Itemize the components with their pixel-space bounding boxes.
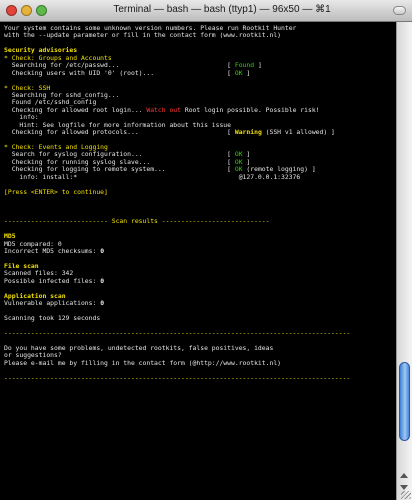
terminal-text: Vulnerable applications:	[4, 299, 101, 308]
terminal-line: Incorrect MD5 checksums: 0	[4, 247, 396, 256]
terminal-text: Checking users with UID '0' (root)... [	[4, 68, 235, 77]
terminal-line: Please e-mail me by filling in the conta…	[4, 358, 396, 367]
terminal-line: [Press <ENTER> to continue]	[4, 187, 396, 196]
terminal-text: Root login possible. Possible risk!	[181, 105, 320, 114]
terminal-text: Warning	[234, 128, 262, 137]
terminal-text: (SSH v1 allowed) ]	[261, 128, 335, 137]
terminal-line: Scanning took 129 seconds	[4, 314, 396, 323]
terminal-text: --------------------------- Scan results…	[4, 217, 270, 226]
terminal-line: Checking for allowed root login... Watch…	[4, 105, 396, 114]
zoom-button-icon[interactable]	[36, 5, 47, 16]
toolbar-toggle-icon[interactable]	[393, 6, 406, 15]
terminal-line: Vulnerable applications: 0	[4, 299, 396, 308]
terminal-line: Do you have some problems, undetected ro…	[4, 344, 396, 352]
terminal-text: Please e-mail me by filling in the conta…	[4, 358, 282, 367]
terminal-line: Possible infected files: 0	[4, 276, 396, 285]
terminal-text: ----------------------------------------…	[4, 373, 351, 382]
terminal-line: --------------------------- Scan results…	[4, 218, 396, 225]
window-title: Terminal — bash — bash (ttyp1) — 96x50 —…	[113, 4, 331, 15]
terminal-line: Checking for allowed protocols... [ Warn…	[4, 128, 396, 137]
terminal-text: 0	[100, 299, 105, 308]
terminal-line: info: install:* @127.0.0.1:32376	[4, 172, 396, 181]
terminal-output[interactable]: Your system contains some unknown versio…	[0, 22, 396, 500]
terminal-window: Terminal — bash — bash (ttyp1) — 96x50 —…	[0, 0, 412, 500]
terminal-text: Watch out	[146, 105, 181, 114]
title-bar[interactable]: Terminal — bash — bash (ttyp1) — 96x50 —…	[0, 0, 412, 22]
terminal-text: Incorrect MD5 checksums:	[4, 247, 101, 256]
terminal-text: OK	[234, 68, 243, 77]
terminal-line: Checking users with UID '0' (root)... [ …	[4, 68, 396, 77]
terminal-line: MD5	[4, 233, 396, 240]
terminal-text: with the --update parameter or fill in t…	[4, 31, 282, 40]
terminal-text: ]	[254, 61, 262, 70]
terminal-text: Scanning took 129 seconds	[4, 314, 101, 323]
terminal-text: Possible infected files:	[4, 276, 101, 285]
resize-grip-icon[interactable]	[401, 491, 411, 499]
minimize-button-icon[interactable]	[21, 5, 32, 16]
terminal-text: [Press <ENTER> to continue]	[4, 187, 108, 196]
terminal-text: 0	[100, 247, 105, 256]
terminal-text: 0	[100, 276, 105, 285]
terminal-line: ----------------------------------------…	[4, 328, 396, 337]
terminal-text: info: install:* @127.0.0.1:32376	[4, 172, 301, 181]
terminal-line: with the --update parameter or fill in t…	[4, 32, 396, 39]
terminal-text: ----------------------------------------…	[4, 328, 351, 337]
close-button-icon[interactable]	[6, 5, 17, 16]
terminal-line: ----------------------------------------…	[4, 373, 396, 382]
terminal-text: Checking for allowed protocols... [	[4, 128, 235, 137]
scrollbar-thumb[interactable]	[399, 362, 410, 441]
scroll-up-arrow-icon[interactable]	[400, 473, 408, 478]
scroll-down-arrow-icon[interactable]	[400, 485, 408, 490]
terminal-text: ]	[242, 68, 251, 77]
vertical-scrollbar[interactable]	[396, 22, 412, 500]
